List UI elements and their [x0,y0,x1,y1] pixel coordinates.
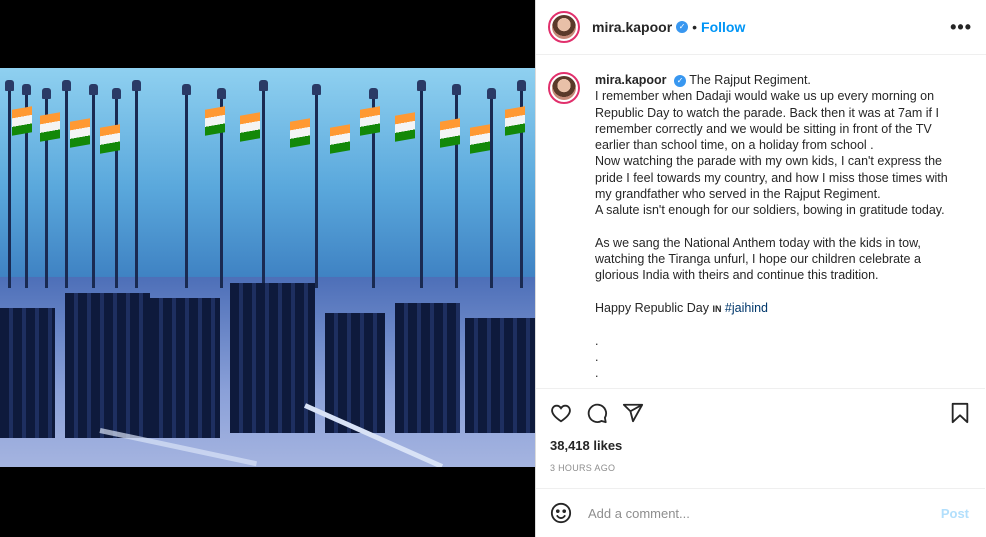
username-link[interactable]: mira.kapoor [592,19,672,35]
caption-in-label: IN [712,303,722,314]
lamp-pole [135,88,138,288]
flag [330,124,350,154]
caption-dot: . [595,350,599,365]
street-lamp [312,84,321,95]
flag [360,106,380,136]
caption-title: The Rajput Regiment. [689,73,811,87]
street-lamp [259,80,268,91]
lamp-pole [262,88,265,288]
caption-dot: . [595,366,599,381]
avatar-image [552,15,576,39]
street-lamp [182,84,191,95]
street-lamp [132,80,141,91]
actions-section: 38,418 likes 3 HOURS AGO [536,388,985,488]
flag [100,124,120,154]
troop-formation [465,318,535,433]
emoji-icon[interactable] [550,502,572,524]
flag [290,118,310,148]
avatar[interactable] [548,11,580,43]
street-lamp [452,84,461,95]
caption-paragraph-2: Now watching the parade with my own kids… [595,154,948,202]
heart-icon[interactable] [550,402,572,424]
post-side-panel: mira.kapoor ✓ • Follow ••• mira.kapoor ✓… [535,0,986,537]
caption-paragraph-4: As we sang the National Anthem today wit… [595,235,921,283]
flag [205,106,225,136]
caption-gap [595,284,965,300]
lamp-pole [8,88,11,288]
hashtag-link[interactable]: #jaihind [725,301,768,315]
street-lamp [369,88,378,99]
street-lamp [112,88,121,99]
parade-photo[interactable] [0,68,535,467]
caption-dot: . [595,333,599,348]
header-separator: • [692,19,698,35]
troop-formation [65,293,150,438]
comment-icon[interactable] [586,402,608,424]
caption-username-link[interactable]: mira.kapoor [595,73,667,87]
street-lamp [487,88,496,99]
caption-avatar-image [552,76,576,100]
lamp-pole [65,88,68,288]
caption-paragraph-1: I remember when Dadaji would wake us up … [595,89,939,153]
flag [240,112,260,142]
post-comment-button[interactable]: Post [941,506,969,521]
likes-count[interactable]: 38,418 likes [550,438,971,453]
caption-greeting: Happy Republic Day [595,300,709,315]
lamp-pole [490,96,493,288]
share-icon[interactable] [622,402,644,424]
post-media [0,0,535,537]
flag [395,112,415,142]
post-header: mira.kapoor ✓ • Follow ••• [536,0,986,55]
flag [12,106,32,136]
bookmark-icon[interactable] [949,402,971,424]
caption-gap [595,219,965,235]
lamp-pole [315,92,318,288]
caption-gap [595,317,965,333]
street-lamp [62,80,71,91]
street-lamp [517,80,526,91]
caption-paragraph-3: A salute isn't enough for our soldiers, … [595,203,945,218]
post-timestamp[interactable]: 3 HOURS AGO [550,463,971,473]
street-lamp [42,88,51,99]
flag [440,118,460,148]
lamp-pole [92,92,95,288]
follow-button[interactable]: Follow [701,19,745,35]
lamp-pole [185,92,188,288]
verified-badge-icon: ✓ [676,21,689,33]
flag [40,112,60,142]
caption-text: mira.kapoor ✓ The Rajput Regiment. I rem… [595,72,965,382]
more-options-icon[interactable]: ••• [950,17,972,38]
troop-formation [150,298,220,438]
street-lamp [89,84,98,95]
street-lamp [217,88,226,99]
troop-formation [0,308,55,438]
action-icons-row [550,401,971,425]
caption-verified-badge-icon: ✓ [674,74,687,87]
comment-input[interactable] [586,504,941,522]
caption-row: mira.kapoor ✓ The Rajput Regiment. I rem… [548,72,971,382]
flag [470,124,490,154]
caption-avatar[interactable] [548,72,580,104]
caption-area[interactable]: mira.kapoor ✓ The Rajput Regiment. I rem… [536,56,985,388]
lamp-pole [420,88,423,288]
comment-box: Post [536,488,985,537]
street-lamp [5,80,14,91]
street-lamp [22,84,31,95]
street-lamp [417,80,426,91]
troop-formation [230,283,315,433]
flag [505,106,525,136]
flag [70,118,90,148]
troop-formation [395,303,460,433]
